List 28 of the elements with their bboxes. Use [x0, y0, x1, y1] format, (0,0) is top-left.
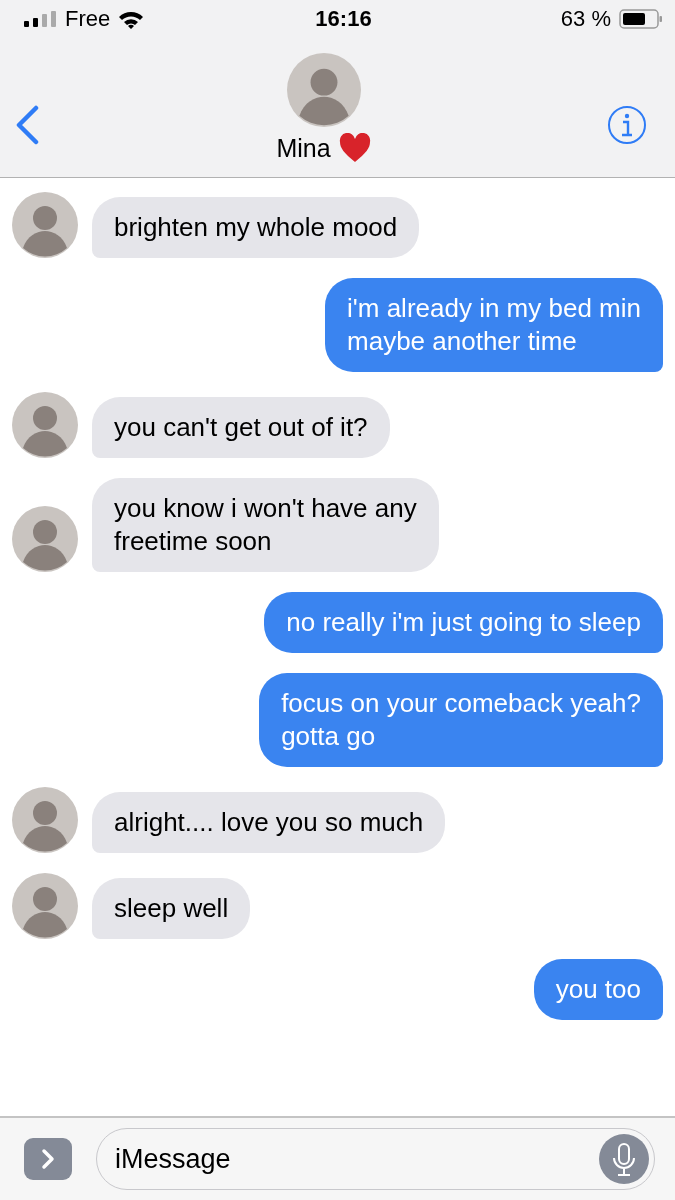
sent-message-bubble: i'm already in my bed min maybe another time [325, 278, 663, 372]
sent-message-bubble: focus on your comeback yeah? gotta go [259, 673, 663, 767]
sent-message-bubble: you too [533, 959, 663, 1020]
back-button[interactable] [14, 105, 40, 145]
apps-button[interactable] [24, 1138, 72, 1180]
avatar [12, 873, 78, 939]
heart-icon [338, 133, 371, 163]
clock-time: 16:16 [315, 6, 372, 32]
received-message-bubble: sleep well [92, 878, 251, 939]
avatar [12, 787, 78, 853]
message-input-field[interactable]: iMessage [96, 1128, 655, 1190]
battery-percentage: 63 % [560, 6, 611, 32]
contact-name: Mina [276, 133, 331, 163]
received-message-bubble: you can't get out of it? [92, 397, 390, 458]
carrier-name: Free [65, 6, 111, 32]
info-button[interactable] [607, 105, 647, 145]
microphone-icon[interactable] [599, 1134, 649, 1184]
signal-icon [24, 11, 57, 27]
battery-icon [619, 9, 663, 29]
received-message-bubble: brighten my whole mood [92, 197, 420, 258]
received-message-bubble: alright.... love you so much [92, 792, 446, 853]
wifi-icon [118, 9, 145, 29]
avatar [12, 192, 78, 258]
avatar [12, 506, 78, 572]
sent-message-bubble: no really i'm just going to sleep [264, 592, 663, 653]
received-message-bubble: you know i won't have any freetime soon [92, 478, 439, 572]
chevron-icon [40, 1148, 56, 1170]
avatar [12, 392, 78, 458]
